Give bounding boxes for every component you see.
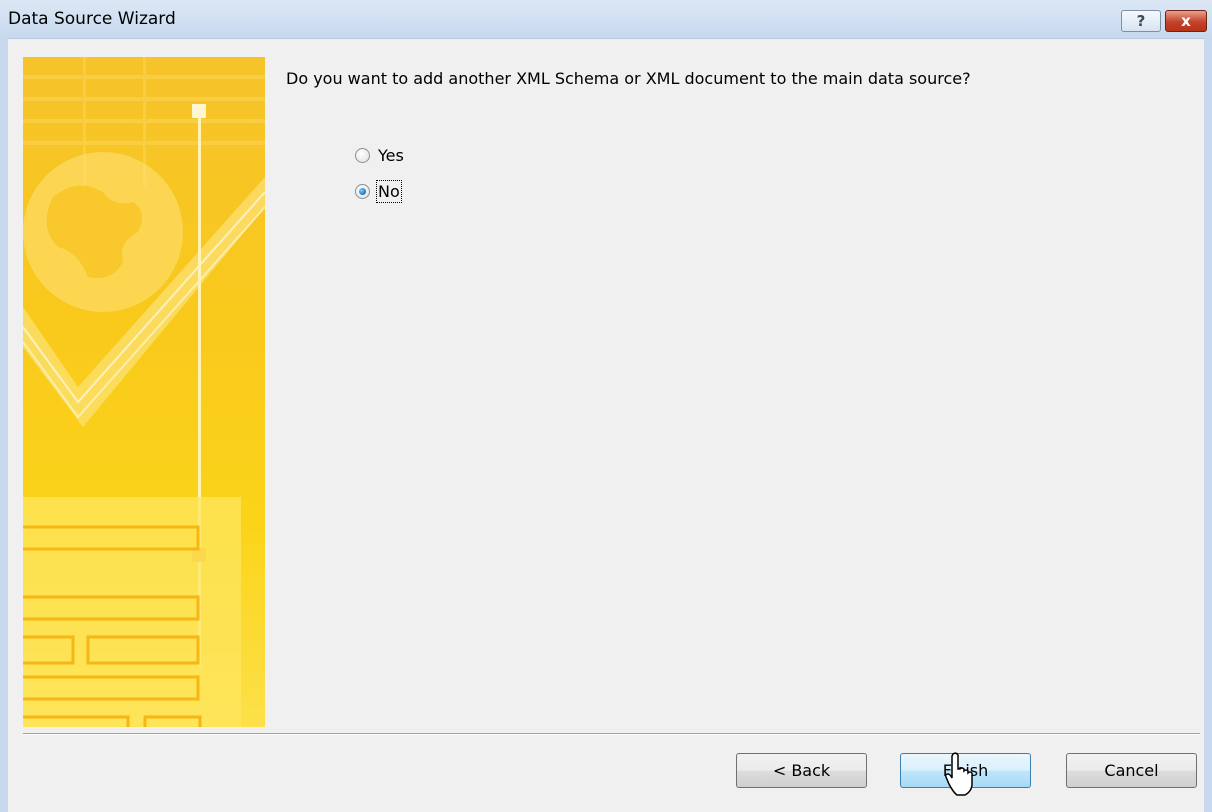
cancel-button[interactable]: Cancel: [1066, 753, 1197, 788]
wizard-banner-image: [23, 57, 265, 727]
close-button[interactable]: x: [1165, 10, 1207, 32]
help-icon: ?: [1136, 12, 1146, 30]
radio-yes-label[interactable]: Yes: [378, 146, 404, 165]
back-button[interactable]: < Back: [736, 753, 867, 788]
window-frame-left: [0, 38, 8, 812]
footer-separator: [23, 733, 1200, 735]
radio-yes[interactable]: [355, 148, 370, 163]
banner-artwork: [23, 57, 265, 727]
wizard-question: Do you want to add another XML Schema or…: [286, 69, 971, 88]
radio-no-label[interactable]: No: [376, 180, 402, 203]
close-icon: x: [1181, 12, 1191, 30]
window-title: Data Source Wizard: [8, 9, 176, 29]
hand-cursor-icon: [945, 752, 973, 796]
radio-option-yes[interactable]: Yes: [355, 146, 404, 165]
window-frame-right: [1204, 38, 1212, 812]
title-bar[interactable]: Data Source Wizard ? x: [0, 0, 1212, 39]
radio-option-no[interactable]: No: [355, 180, 402, 203]
help-button[interactable]: ?: [1121, 10, 1161, 32]
radio-no[interactable]: [355, 184, 370, 199]
